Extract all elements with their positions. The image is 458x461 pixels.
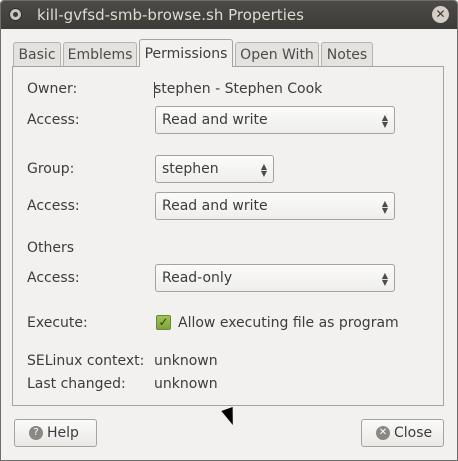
execute-checkbox-label[interactable]: Allow executing file as program [178, 315, 399, 331]
tab-permissions[interactable]: Permissions [139, 39, 233, 67]
group-access-value: Read and write [162, 198, 268, 214]
help-button[interactable]: ? Help [14, 419, 97, 447]
spinner-arrows-icon: ▲ ▼ [260, 162, 267, 178]
tab-open-with[interactable]: Open With [235, 42, 319, 67]
others-access-label: Access: [27, 270, 80, 286]
others-access-select[interactable]: Read-only ▲ ▼ [155, 264, 395, 292]
others-label: Others [27, 240, 75, 256]
spinner-arrows-icon: ▲ ▼ [381, 271, 388, 287]
close-button-label: Close [394, 425, 433, 441]
close-x-icon: ✕ [376, 426, 390, 440]
owner-access-value: Read and write [162, 112, 268, 128]
execute-checkbox[interactable]: ✓ [156, 315, 171, 330]
group-value: stephen [162, 161, 219, 177]
last-changed-value: unknown [154, 376, 218, 392]
tab-emblems[interactable]: Emblems [63, 42, 137, 67]
help-icon: ? [29, 426, 43, 440]
group-access-label: Access: [27, 198, 80, 214]
owner-access-select[interactable]: Read and write ▲ ▼ [155, 106, 395, 134]
group-access-select[interactable]: Read and write ▲ ▼ [155, 192, 395, 220]
others-access-value: Read-only [162, 270, 233, 286]
selinux-label: SELinux context: [27, 353, 145, 369]
owner-access-label: Access: [27, 112, 80, 128]
close-icon[interactable]: ✕ [432, 6, 449, 23]
tab-notes[interactable]: Notes [321, 42, 373, 67]
help-button-label: Help [47, 425, 79, 441]
group-label: Group: [27, 161, 75, 177]
spinner-arrows-icon: ▲ ▼ [381, 113, 388, 129]
owner-label: Owner: [27, 81, 78, 97]
group-select[interactable]: stephen ▲ ▼ [155, 155, 274, 183]
titlebar[interactable]: kill-gvfsd-smb-browse.sh Properties ✕ [1, 1, 457, 29]
text-caret [154, 82, 155, 98]
owner-value: stephen - Stephen Cook [154, 81, 323, 97]
spinner-arrows-icon: ▲ ▼ [381, 199, 388, 215]
selinux-value: unknown [154, 353, 218, 369]
checkmark-icon: ✓ [158, 315, 169, 329]
last-changed-label: Last changed: [27, 376, 126, 392]
tab-basic[interactable]: Basic [13, 42, 61, 67]
close-button[interactable]: ✕ Close [361, 419, 444, 447]
window-title: kill-gvfsd-smb-browse.sh Properties [37, 6, 304, 24]
window-menu-icon[interactable] [9, 8, 22, 21]
execute-label: Execute: [27, 315, 88, 331]
